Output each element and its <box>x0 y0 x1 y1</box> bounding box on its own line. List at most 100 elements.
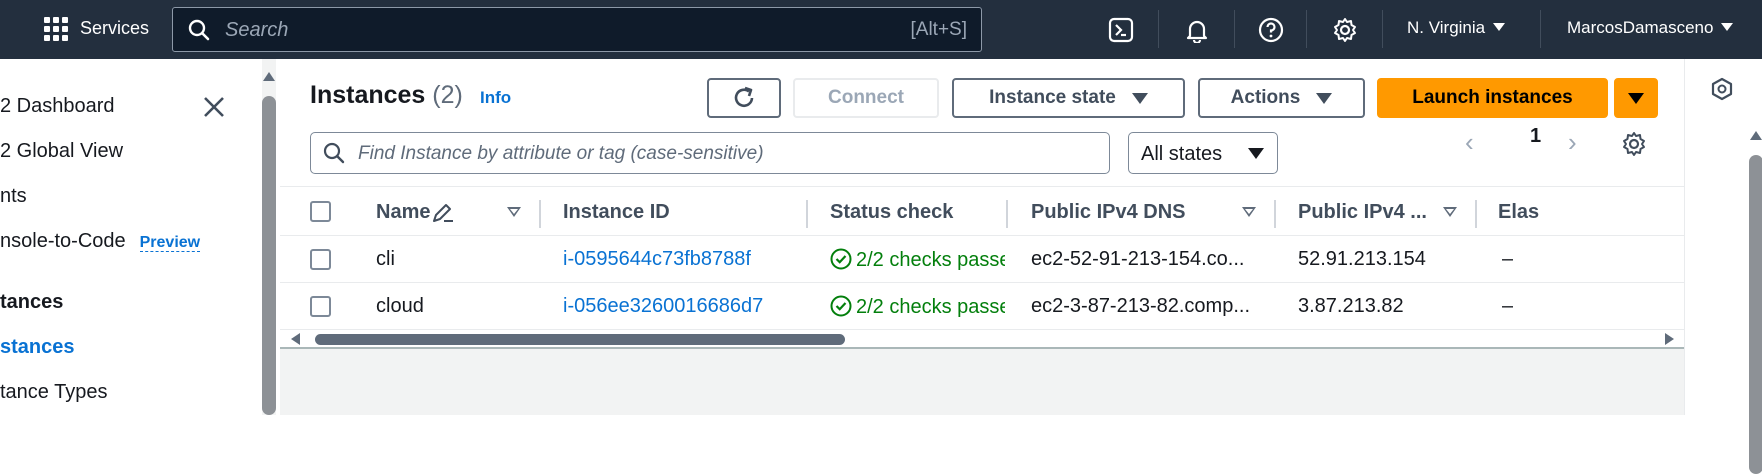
region-label: N. Virginia <box>1407 18 1486 37</box>
search-icon <box>187 18 211 42</box>
table-row[interactable]: cloud i-056ee3260016686d7 2/2 checks pas… <box>280 283 1684 330</box>
table-row[interactable]: cli i-0595644c73fb8788f 2/2 checks passe… <box>280 236 1684 283</box>
check-circle-icon <box>830 248 852 270</box>
column-header-status-check[interactable]: Status check <box>830 201 953 224</box>
region-selector[interactable]: N. Virginia <box>1407 18 1506 38</box>
table-horizontal-scrollbar[interactable] <box>280 327 1684 347</box>
caret-down-icon <box>1248 148 1264 159</box>
search-icon <box>323 142 345 164</box>
status-text: 2/2 checks passec <box>856 249 1005 271</box>
column-resizer[interactable] <box>1475 200 1477 228</box>
cell-name: cloud <box>376 295 424 317</box>
refresh-button[interactable] <box>707 78 781 118</box>
column-resizer[interactable] <box>806 200 808 228</box>
instance-state-button[interactable]: Instance state <box>952 78 1185 118</box>
instance-filter[interactable] <box>310 132 1110 174</box>
nav-divider <box>1306 10 1307 48</box>
column-resizer[interactable] <box>539 200 541 228</box>
select-all-checkbox[interactable] <box>310 201 331 222</box>
caret-down-icon <box>1316 92 1333 104</box>
sidebar-item-global-view[interactable]: 2 Global View <box>0 140 123 163</box>
nav-divider <box>1540 10 1541 48</box>
scrollbar-thumb[interactable] <box>315 334 845 345</box>
column-header-public-dns[interactable]: Public IPv4 DNS <box>1031 201 1186 224</box>
instance-count: (2) <box>432 81 463 109</box>
instances-panel: Instances (2) Info Connect Instance stat… <box>280 59 1684 349</box>
column-resizer[interactable] <box>1006 200 1008 228</box>
filter-input[interactable] <box>358 143 1058 165</box>
services-menu-label[interactable]: Services <box>80 18 149 39</box>
filter-arrow-icon[interactable] <box>507 207 521 217</box>
table-header: Name Instance ID Status check Public IPv… <box>280 186 1684 236</box>
nav-divider <box>1158 10 1159 48</box>
edit-pencil-icon <box>433 204 453 222</box>
scroll-right-arrow-icon[interactable] <box>1665 333 1674 345</box>
info-link[interactable]: Info <box>480 88 511 108</box>
row-checkbox[interactable] <box>310 249 331 270</box>
launch-options-dropdown[interactable] <box>1614 78 1658 118</box>
preferences-gear-icon[interactable] <box>1620 130 1648 158</box>
account-menu[interactable]: MarcosDamasceno <box>1567 18 1734 38</box>
sidebar-item-console-to-code[interactable]: nsole-to-Code Preview <box>0 230 201 253</box>
sidebar-section-instances[interactable]: tances <box>0 291 63 314</box>
caret-down-icon <box>1721 23 1734 31</box>
scroll-up-arrow-icon[interactable] <box>263 72 275 81</box>
scroll-up-arrow-icon[interactable] <box>1750 131 1762 140</box>
title-text: Instances <box>310 81 426 109</box>
sidebar-item-instance-types[interactable]: tance Types <box>0 381 107 404</box>
top-navigation: Services [Alt+S] N. Virginia MarcosDamas… <box>0 0 1762 59</box>
preview-badge[interactable]: Preview <box>139 234 201 252</box>
cell-name: cli <box>376 248 395 270</box>
help-icon[interactable] <box>1254 13 1288 47</box>
connect-button[interactable]: Connect <box>793 78 939 118</box>
close-icon[interactable] <box>200 93 228 121</box>
sidebar-scrollbar-thumb[interactable] <box>262 96 276 415</box>
filter-arrow-icon[interactable] <box>1242 207 1256 217</box>
main-content: Instances (2) Info Connect Instance stat… <box>280 59 1684 415</box>
column-header-instance-id[interactable]: Instance ID <box>563 201 670 224</box>
sidebar-item-instances[interactable]: stances <box>0 336 75 359</box>
nav-divider <box>1234 10 1235 48</box>
sidebar-item-dashboard[interactable]: 2 Dashboard <box>0 95 115 118</box>
previous-page-icon[interactable]: ‹ <box>1465 127 1474 158</box>
side-navigation: 2 Dashboard 2 Global View nts nsole-to-C… <box>0 59 262 415</box>
refresh-icon <box>734 86 754 107</box>
column-header-name[interactable]: Name <box>376 201 430 224</box>
global-search-box[interactable]: [Alt+S] <box>172 7 982 52</box>
cloudshell-icon[interactable] <box>1104 13 1138 47</box>
notifications-bell-icon[interactable] <box>1180 13 1214 47</box>
search-shortcut-hint: [Alt+S] <box>910 19 968 40</box>
cell-public-dns: ec2-52-91-213-154.co... <box>1031 248 1245 270</box>
search-input[interactable] <box>225 19 785 42</box>
page-scrollbar-thumb[interactable] <box>1749 155 1762 474</box>
launch-instances-button[interactable]: Launch instances <box>1377 78 1608 118</box>
states-select-value: All states <box>1141 143 1223 165</box>
states-select[interactable]: All states <box>1128 132 1278 174</box>
next-page-icon[interactable]: › <box>1568 127 1577 158</box>
row-checkbox[interactable] <box>310 296 331 317</box>
actions-button[interactable]: Actions <box>1198 78 1365 118</box>
cell-status-check: 2/2 checks passec <box>830 295 1005 319</box>
sidebar-item-label: nsole-to-Code <box>0 230 126 252</box>
caret-down-icon <box>1131 92 1148 104</box>
column-header-elastic-ip[interactable]: Elas <box>1498 201 1539 224</box>
instances-table: Name Instance ID Status check Public IPv… <box>280 186 1684 346</box>
cell-instance-id-link[interactable]: i-056ee3260016686d7 <box>563 295 763 318</box>
cell-instance-id-link[interactable]: i-0595644c73fb8788f <box>563 248 751 271</box>
services-grid-icon[interactable] <box>42 15 70 43</box>
filter-arrow-icon[interactable] <box>1443 207 1457 217</box>
caret-down-icon <box>1628 92 1644 104</box>
column-header-public-ipv4[interactable]: Public IPv4 ... <box>1298 201 1427 224</box>
sidebar-item-events[interactable]: nts <box>0 185 27 208</box>
account-name: MarcosDamasceno <box>1567 18 1714 37</box>
scroll-left-arrow-icon[interactable] <box>291 333 300 345</box>
column-resizer[interactable] <box>1274 200 1276 228</box>
current-page[interactable]: 1 <box>1530 125 1541 148</box>
instance-state-label: Instance state <box>989 87 1116 108</box>
cell-elastic-ip: – <box>1502 248 1514 270</box>
cell-public-ipv4: 3.87.213.82 <box>1298 295 1404 317</box>
settings-gear-icon[interactable] <box>1328 13 1362 47</box>
q-assistant-icon[interactable] <box>1709 76 1735 102</box>
cell-status-check: 2/2 checks passec <box>830 248 1005 272</box>
right-tools-rail <box>1684 59 1762 474</box>
